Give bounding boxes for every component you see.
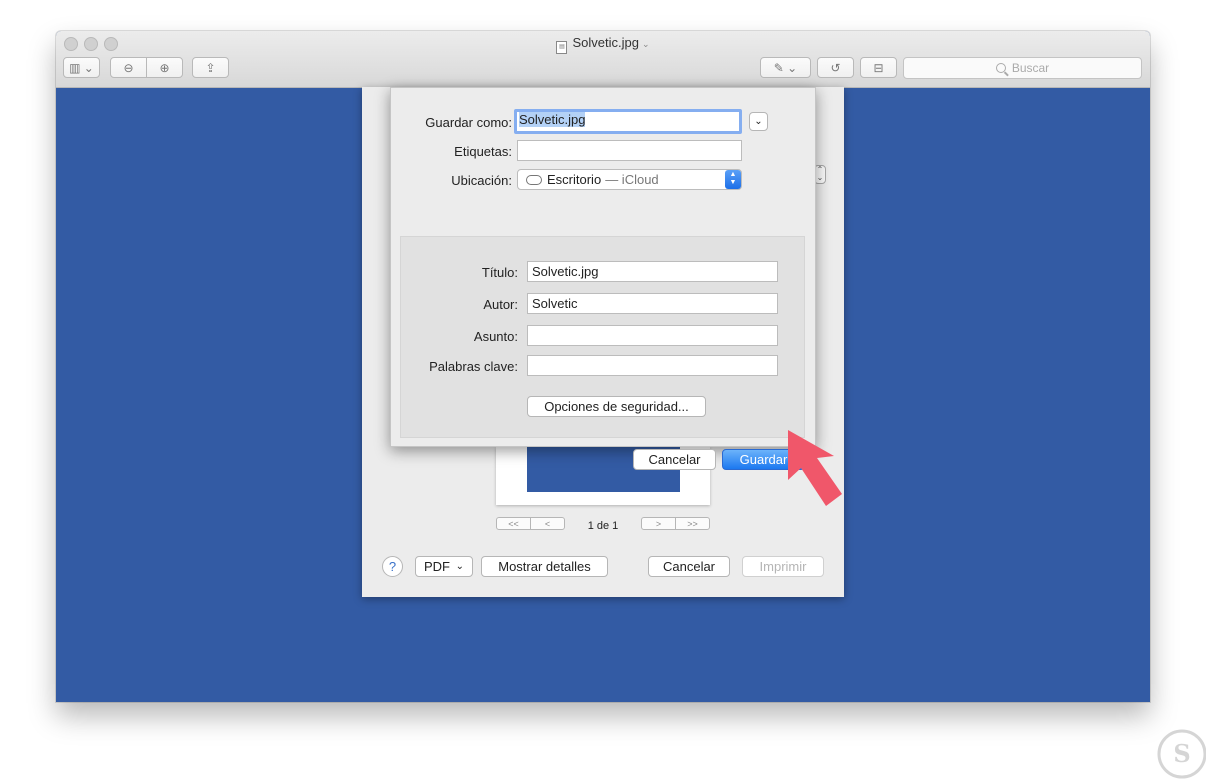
print-button[interactable]: Imprimir — [742, 556, 824, 577]
svg-text:S: S — [1173, 739, 1190, 768]
document-properties-panel: Título: Solvetic.jpg Autor: Solvetic Asu… — [400, 236, 805, 438]
subject-label: Asunto: — [473, 329, 518, 344]
chevron-down-icon: ⌄ — [455, 561, 464, 572]
tags-label: Etiquetas: — [454, 144, 512, 159]
chevron-down-icon: ⌄ — [754, 116, 763, 127]
print-cancel-button[interactable]: Cancelar — [648, 556, 730, 577]
rotate-icon: ↺ — [830, 60, 841, 75]
help-button[interactable]: ? — [382, 556, 403, 577]
save-as-value: Solvetic.jpg — [519, 112, 586, 127]
show-details-button[interactable]: Mostrar detalles — [481, 556, 608, 577]
search-placeholder: Buscar — [1011, 61, 1050, 75]
markup-pen-icon: ✎ ⌄ — [773, 60, 798, 75]
location-label: Ubicación: — [451, 173, 512, 188]
author-input[interactable]: Solvetic — [527, 293, 778, 314]
solvetic-logo: S — [1157, 729, 1206, 779]
sidebar-view-button[interactable]: ▥ ⌄ — [63, 57, 100, 78]
author-label: Autor: — [483, 297, 518, 312]
sidebar-icon: ▥ ⌄ — [69, 60, 94, 75]
share-button[interactable]: ⇪ — [192, 57, 229, 78]
location-popup[interactable]: Escritorio — iCloud ▲ ▼ — [517, 169, 742, 190]
save-as-label: Guardar como: — [425, 115, 512, 130]
keywords-label: Palabras clave: — [429, 359, 518, 374]
document-icon: ▤ — [556, 41, 568, 54]
location-value: Escritorio — [547, 172, 602, 187]
preview-window: ▤ Solvetic.jpg ⌄ ▥ ⌄ ⊖ ⊕ ⇪ ✎ ⌄ ↺ ⊟ Buscar … — [56, 31, 1150, 702]
save-as-input[interactable]: Solvetic.jpg — [514, 109, 742, 134]
markup-button[interactable]: ✎ ⌄ — [760, 57, 811, 78]
toolbox-icon: ⊟ — [873, 60, 884, 75]
tags-input[interactable] — [517, 140, 742, 161]
title-bar: ▤ Solvetic.jpg ⌄ ▥ ⌄ ⊖ ⊕ ⇪ ✎ ⌄ ↺ ⊟ Buscar — [56, 31, 1150, 88]
chevron-down-icon: ⌄ — [641, 39, 650, 49]
search-field[interactable]: Buscar — [903, 57, 1142, 79]
window-title-text: Solvetic.jpg — [572, 35, 639, 50]
title-input[interactable]: Solvetic.jpg — [527, 261, 778, 282]
cloud-icon — [526, 174, 542, 185]
pdf-label: PDF — [424, 559, 450, 574]
expand-dialog-button[interactable]: ⌄ — [749, 112, 768, 131]
subject-input[interactable] — [527, 325, 778, 346]
security-options-button[interactable]: Opciones de seguridad... — [527, 396, 706, 417]
share-icon: ⇪ — [205, 60, 216, 75]
toolbox-button[interactable]: ⊟ — [860, 57, 897, 78]
title-label: Título: — [481, 265, 518, 280]
page-indicator: 1 de 1 — [587, 520, 619, 532]
window-title[interactable]: ▤ Solvetic.jpg ⌄ — [56, 35, 1150, 54]
zoom-out-icon: ⊖ — [123, 60, 134, 75]
zoom-in-icon: ⊕ — [159, 60, 170, 75]
zoom-out-button[interactable]: ⊖ — [110, 57, 147, 78]
rotate-button[interactable]: ↺ — [817, 57, 854, 78]
search-icon — [995, 63, 1006, 73]
location-detail: — iCloud — [605, 172, 659, 187]
cancel-button[interactable]: Cancelar — [633, 449, 716, 470]
pdf-menu-button[interactable]: PDF ⌄ — [415, 556, 473, 577]
save-dialog: Guardar como: Solvetic.jpg ⌄ Etiquetas: … — [390, 87, 816, 470]
pointer-arrow-icon — [788, 430, 842, 506]
help-icon: ? — [388, 559, 397, 574]
popup-stepper-icon: ▲ ▼ — [725, 170, 741, 189]
keywords-input[interactable] — [527, 355, 778, 376]
zoom-in-button[interactable]: ⊕ — [146, 57, 183, 78]
